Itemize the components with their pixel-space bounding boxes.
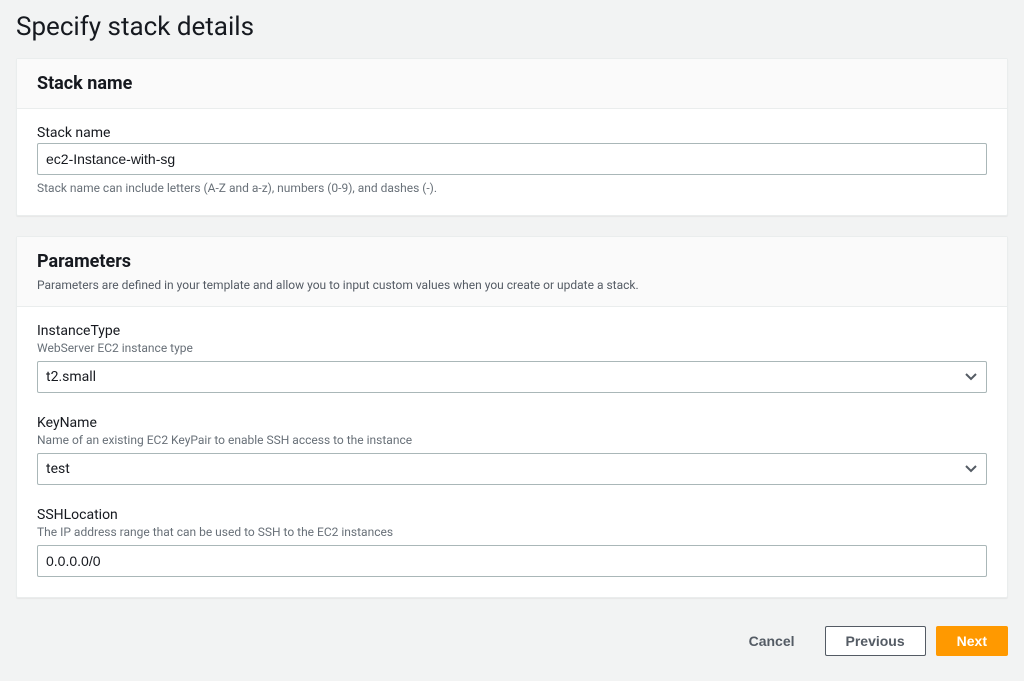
instance-type-label: InstanceType bbox=[37, 323, 987, 339]
parameters-heading: Parameters bbox=[37, 251, 987, 272]
sshlocation-field: SSHLocation The IP address range that ca… bbox=[37, 507, 987, 577]
stack-name-panel: Stack name Stack name Stack name can inc… bbox=[16, 58, 1008, 216]
keyname-desc: Name of an existing EC2 KeyPair to enabl… bbox=[37, 433, 987, 447]
stack-name-field: Stack name Stack name can include letter… bbox=[37, 125, 987, 195]
footer-actions: Cancel Previous Next bbox=[16, 618, 1008, 660]
instance-type-desc: WebServer EC2 instance type bbox=[37, 341, 987, 355]
previous-button[interactable]: Previous bbox=[825, 626, 926, 656]
sshlocation-input[interactable] bbox=[37, 545, 987, 577]
sshlocation-desc: The IP address range that can be used to… bbox=[37, 525, 987, 539]
stack-name-help: Stack name can include letters (A-Z and … bbox=[37, 181, 987, 195]
stack-name-label: Stack name bbox=[37, 125, 987, 141]
stack-name-input[interactable] bbox=[37, 143, 987, 175]
instance-type-select-value: t2.small bbox=[37, 361, 987, 393]
stack-name-panel-header: Stack name bbox=[17, 59, 1007, 109]
sshlocation-label: SSHLocation bbox=[37, 507, 987, 523]
page-title: Specify stack details bbox=[16, 12, 1008, 42]
instance-type-field: InstanceType WebServer EC2 instance type… bbox=[37, 323, 987, 393]
keyname-select-value: test bbox=[37, 453, 987, 485]
keyname-select[interactable]: test bbox=[37, 453, 987, 485]
next-button[interactable]: Next bbox=[936, 626, 1008, 656]
cancel-button[interactable]: Cancel bbox=[729, 627, 815, 655]
keyname-field: KeyName Name of an existing EC2 KeyPair … bbox=[37, 415, 987, 485]
parameters-description: Parameters are defined in your template … bbox=[37, 278, 987, 292]
parameters-panel: Parameters Parameters are defined in you… bbox=[16, 236, 1008, 598]
parameters-panel-header: Parameters Parameters are defined in you… bbox=[17, 237, 1007, 307]
keyname-label: KeyName bbox=[37, 415, 987, 431]
instance-type-select[interactable]: t2.small bbox=[37, 361, 987, 393]
stack-name-heading: Stack name bbox=[37, 73, 987, 94]
